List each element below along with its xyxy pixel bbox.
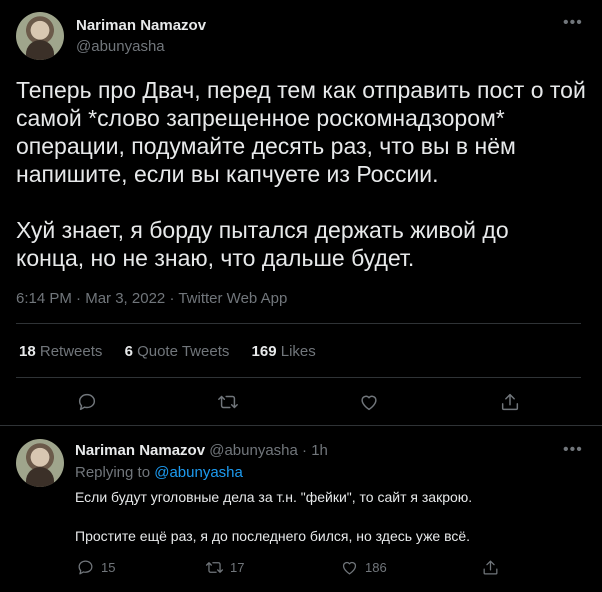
retweet-button[interactable]: 17: [205, 558, 244, 577]
reply-icon[interactable]: [76, 391, 98, 413]
replying-to: Replying to @abunyasha: [75, 464, 243, 481]
retweet-count: 17: [230, 560, 245, 575]
dot-separator: ·: [169, 290, 179, 307]
dot-separator: ·: [302, 442, 308, 459]
share-icon: [483, 560, 498, 575]
reply-text-line-2: Простите ещё раз, я до последнего бился,…: [75, 528, 471, 544]
more-icon[interactable]: •••: [563, 441, 583, 459]
tweet-source[interactable]: Twitter Web App: [178, 290, 287, 307]
tweet-time[interactable]: 6:14 PM: [16, 290, 72, 307]
author-name[interactable]: Nariman Namazov: [76, 17, 206, 34]
share-button[interactable]: [481, 558, 500, 577]
thread-separator: [0, 425, 602, 426]
reply-header: Nariman Namazov @abunyasha · 1h: [75, 442, 328, 459]
dot-separator: ·: [76, 290, 86, 307]
tweet-date[interactable]: Mar 3, 2022: [85, 290, 165, 307]
more-icon[interactable]: •••: [563, 14, 583, 32]
retweet-icon[interactable]: [217, 391, 239, 413]
reply-text-line-1: Если будут уголовные дела за т.н. "фейки…: [75, 489, 473, 505]
like-count: 186: [365, 560, 387, 575]
retweet-icon: [205, 562, 224, 573]
share-icon[interactable]: [499, 391, 521, 413]
reply-icon: [78, 560, 93, 575]
avatar[interactable]: [16, 12, 64, 60]
like-button[interactable]: 186: [340, 558, 387, 577]
replying-prefix: Replying to: [75, 464, 151, 481]
reply-button[interactable]: 15: [76, 558, 115, 577]
author-handle[interactable]: @abunyasha: [209, 442, 298, 459]
retweets-stat[interactable]: 18 Retweets: [19, 343, 102, 360]
tweet-stats: 18 Retweets 6 Quote Tweets 169 Likes: [19, 343, 334, 360]
divider: [16, 323, 581, 324]
author-handle[interactable]: @abunyasha: [76, 38, 165, 55]
main-tweet: Nariman Namazov @abunyasha ••• Теперь пр…: [0, 0, 602, 425]
likes-stat[interactable]: 169 Likes: [252, 343, 316, 360]
author-name[interactable]: Nariman Namazov: [75, 442, 205, 459]
tweet-text: Теперь про Двач, перед тем как отправить…: [16, 77, 586, 271]
heart-icon[interactable]: [358, 391, 380, 413]
divider: [16, 377, 581, 378]
reply-count: 15: [101, 560, 116, 575]
replying-to-link[interactable]: @abunyasha: [154, 464, 243, 481]
reply-age[interactable]: 1h: [311, 442, 328, 459]
quote-tweets-stat[interactable]: 6 Quote Tweets: [125, 343, 230, 360]
avatar[interactable]: [16, 439, 64, 487]
heart-icon: [342, 561, 357, 575]
tweet-meta: 6:14 PM · Mar 3, 2022 · Twitter Web App: [16, 290, 287, 307]
